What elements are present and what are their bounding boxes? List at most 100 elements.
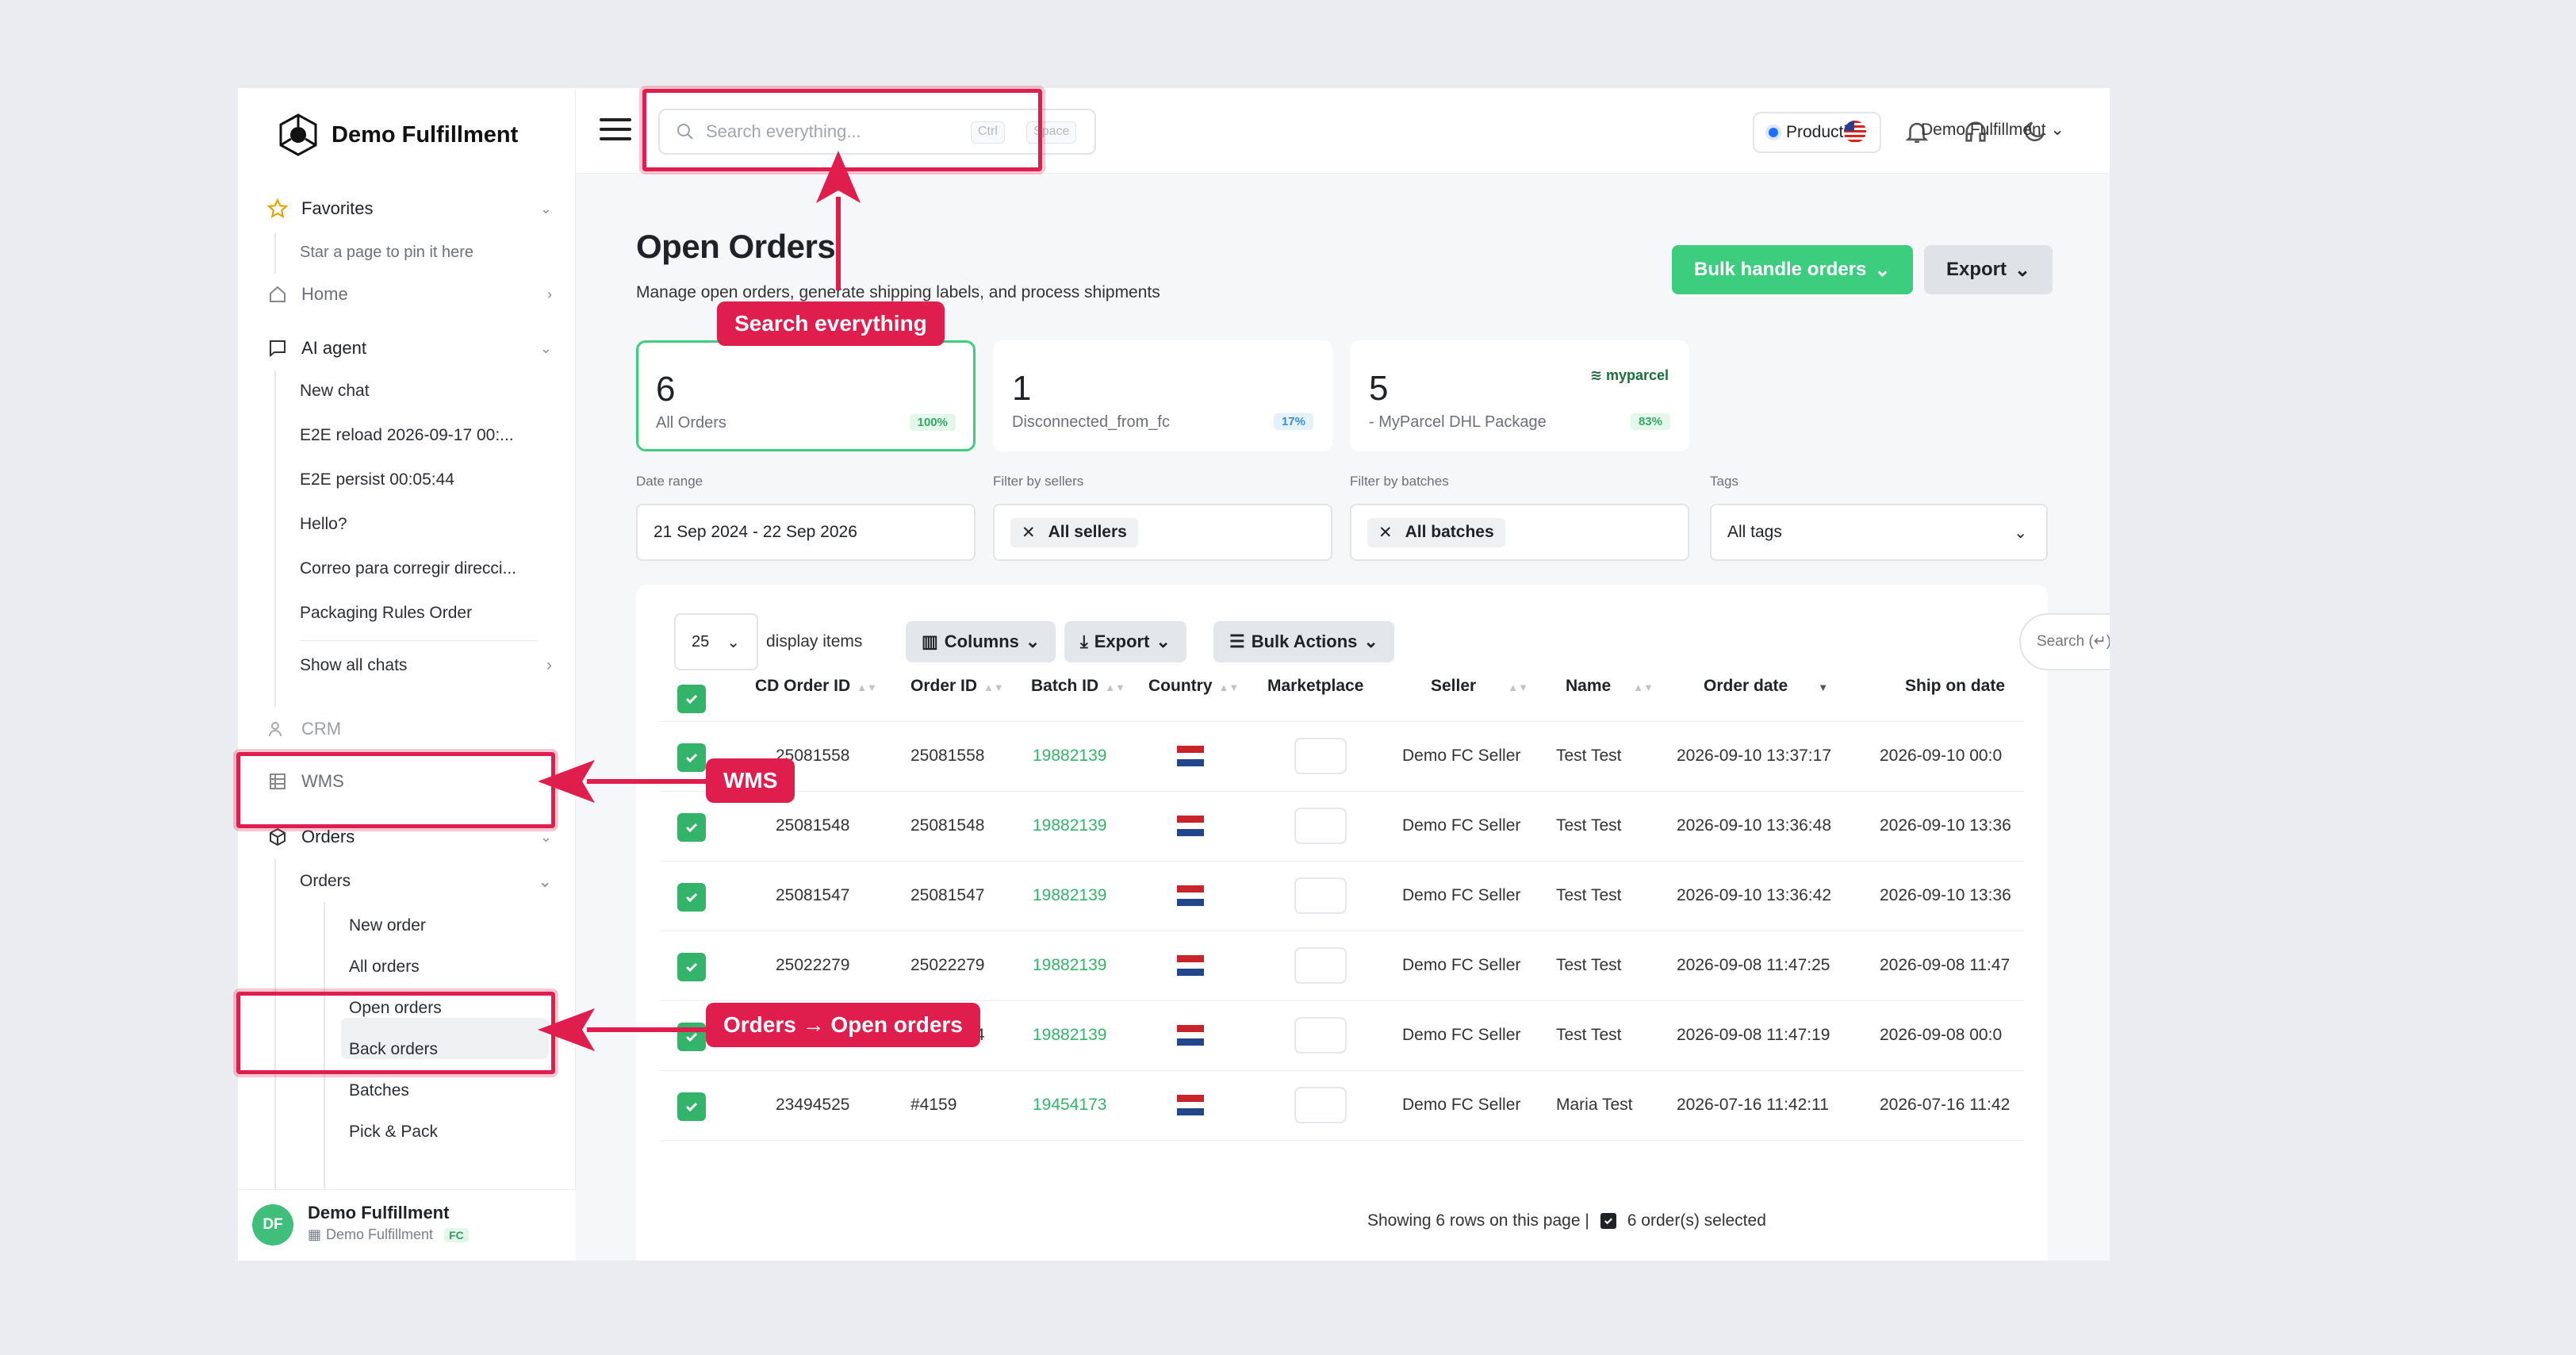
sidebar-item-favorites[interactable]: Favorites ⌄ [266,191,552,226]
tags-filter[interactable]: All tags ⌄ [1710,504,2048,561]
close-icon[interactable]: ✕ [1022,523,1036,543]
table-export-label: Export [1094,631,1150,651]
date-range-picker[interactable]: 21 Sep 2024 - 22 Sep 2026 [636,504,976,561]
row-divider [660,1140,2024,1141]
pager-next[interactable]: › [1372,1257,1378,1261]
column-header-name[interactable]: Name ▲▼ [1566,677,1654,696]
orders-table-card: 25 ⌄ display items ▥ Columns ⌄ ⤓ Export … [636,585,2110,1261]
rows-count-text: Showing 6 rows on this page | [1367,1211,1589,1230]
cell-cd-order-id[interactable]: 25022279 [776,956,849,975]
cell-cd-order-id[interactable]: 23494525 [776,1096,849,1115]
cell-seller: Demo FC Seller [1402,816,1521,835]
cell-batch-id[interactable]: 19882139 [1033,747,1106,766]
marketplace-logo [1294,808,1347,844]
row-checkbox[interactable] [677,743,706,772]
select-all-checkbox[interactable] [677,685,706,713]
batches-filter[interactable]: ✕ All batches [1350,504,1689,561]
chat-item[interactable]: Hello? [300,515,347,534]
cell-order-id[interactable]: 25081548 [910,816,984,835]
chat-item[interactable]: Correo para corregir direcci... [300,559,516,578]
export-button[interactable]: Export ⌄ [1924,245,2053,294]
cell-name: Test Test [1556,747,1622,765]
cell-ship-on-date: 2026-09-10 00:0 [1880,747,2003,765]
row-checkbox[interactable] [677,953,706,981]
marketplace-logo [1294,738,1347,774]
sidebar-item-crm[interactable]: CRM [266,715,552,743]
column-header-cd-order-id[interactable]: CD Order ID ▲▼ [755,677,877,696]
us-flag-icon[interactable] [1842,118,1869,145]
cell-seller: Demo FC Seller [1402,956,1521,974]
sidebar-item-pick-pack[interactable]: Pick & Pack [349,1123,438,1142]
chat-item[interactable]: New chat [300,382,370,401]
chevron-down-icon: ⌄ [2050,121,2064,139]
home-icon [266,283,289,305]
bulk-actions-button[interactable]: ☰ Bulk Actions ⌄ [1213,621,1394,662]
bulk-handle-orders-button[interactable]: Bulk handle orders ⌄ [1672,245,1913,294]
column-header-order-id[interactable]: Order ID ▲▼ [910,677,1004,696]
column-header-country[interactable]: Country ▲▼ [1148,677,1239,696]
row-divider [660,1000,2024,1001]
table-export-button[interactable]: ⤓ Export ⌄ [1064,621,1186,662]
show-all-chats-link[interactable]: Show all chats › [300,656,552,675]
annotation-label-open-orders: Orders → Open orders [706,1003,980,1047]
close-icon[interactable]: ✕ [1378,523,1393,543]
column-header-ship-on-date[interactable]: Ship on date [1905,677,2005,696]
star-icon [266,198,289,220]
stat-card-disconnected[interactable]: 1 Disconnected_from_fc 17% [993,340,1332,451]
row-checkbox[interactable] [677,883,706,912]
cell-cd-order-id[interactable]: 25081547 [776,886,849,905]
chevron-down-icon: ⌄ [1156,631,1171,651]
cell-batch-id[interactable]: 19882139 [1033,816,1106,835]
sidebar-item-new-order[interactable]: New order [349,916,426,935]
cell-batch-id[interactable]: 19882139 [1033,886,1106,905]
sidebar-subgroup-orders[interactable]: Orders ⌄ [300,872,552,891]
sidebar-item-all-orders[interactable]: All orders [349,958,420,977]
tree-line [274,232,276,274]
row-checkbox[interactable] [677,1092,706,1121]
annotation-arrow-wms [587,779,706,784]
cell-seller: Demo FC Seller [1402,1026,1521,1044]
chevron-down-icon: ⌄ [2014,259,2031,281]
per-page-label: display items [766,632,863,651]
pager-prev[interactable]: ‹ [1272,1257,1278,1261]
cell-batch-id[interactable]: 19882139 [1033,956,1106,975]
chat-icon [266,337,289,359]
cell-batch-id[interactable]: 19882139 [1033,1026,1106,1045]
profile-org: ▦ Demo Fulfillment FC [308,1226,469,1243]
sellers-chip[interactable]: ✕ All sellers [1010,517,1138,547]
column-header-order-date[interactable]: Order date ▼ [1704,677,1828,696]
cell-order-id[interactable]: 25081558 [910,747,984,766]
per-page-select[interactable]: 25 ⌄ [674,613,758,670]
batches-chip[interactable]: ✕ All batches [1367,517,1505,547]
sidebar-item-home[interactable]: Home › [266,277,552,312]
cell-ship-on-date: 2026-09-08 11:47 [1880,956,2011,974]
column-header-marketplace[interactable]: Marketplace [1267,677,1363,696]
cell-order-id[interactable]: 25022279 [910,956,984,975]
row-checkbox[interactable] [677,813,706,842]
cell-order-date: 2026-09-08 11:47:19 [1677,1026,1830,1044]
sidebar-item-ai-agent[interactable]: AI agent ⌄ [266,331,552,366]
table-search-input[interactable] [2019,613,2110,670]
column-header-batch-id[interactable]: Batch ID ▲▼ [1031,677,1125,696]
chat-item[interactable]: Packaging Rules Order [300,604,472,623]
chat-item[interactable]: E2E reload 2026-09-17 00:... [300,426,514,445]
chat-item[interactable]: E2E persist 00:05:44 [300,470,454,489]
stat-card-all-orders[interactable]: 6 All Orders 100% [636,340,976,451]
sidebar-item-batches[interactable]: Batches [349,1081,409,1100]
cell-order-id[interactable]: #4159 [910,1096,956,1115]
stat-card-myparcel[interactable]: 5 ≋ myparcel - MyParcel DHL Package 83% [1350,340,1689,451]
stat-label: - MyParcel DHL Package [1369,413,1547,431]
chevron-down-icon: ⌄ [1363,631,1378,651]
column-header-seller[interactable]: Seller ▲▼ [1431,677,1528,696]
cell-order-date: 2026-09-08 11:47:25 [1677,956,1830,974]
sellers-filter[interactable]: ✕ All sellers [993,504,1332,561]
brand-logo[interactable]: Demo Fulfillment [276,107,518,163]
profile-card[interactable]: DF Demo Fulfillment ▦ Demo Fulfillment F… [238,1189,576,1261]
menu-toggle-icon[interactable] [600,118,631,142]
account-menu[interactable]: Demo Fulfillment ⌄ [1921,120,2064,140]
cell-batch-id[interactable]: 19454173 [1033,1096,1106,1115]
selection-checkbox[interactable] [1600,1213,1616,1229]
columns-button[interactable]: ▥ Columns ⌄ [906,621,1056,662]
cell-order-id[interactable]: 25081547 [910,886,984,905]
cell-cd-order-id[interactable]: 25081548 [776,816,849,835]
